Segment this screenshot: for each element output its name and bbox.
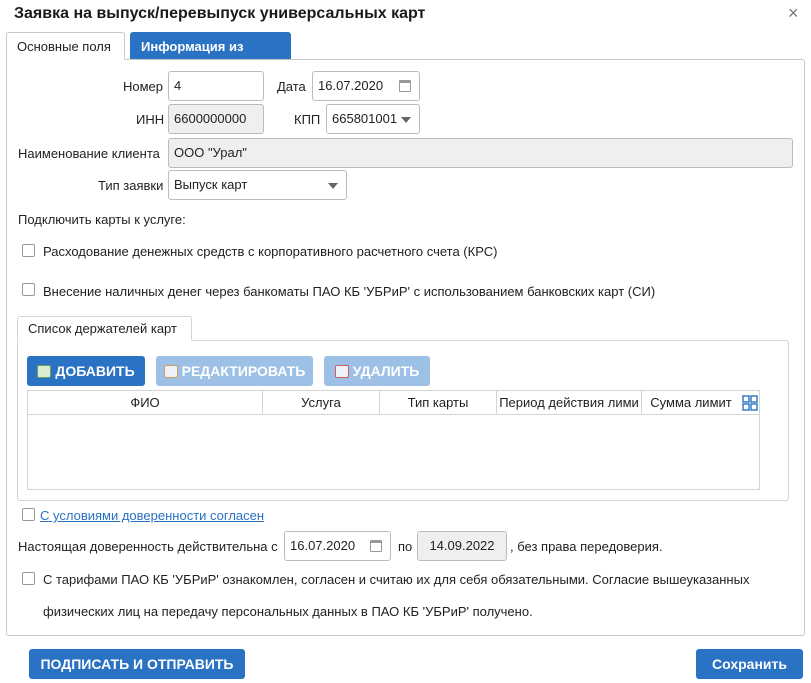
type-select[interactable]: Выпуск карт <box>168 170 347 200</box>
column-header-card-type[interactable]: Тип карты <box>380 391 497 415</box>
column-settings-cell <box>740 391 759 415</box>
date-value: 16.07.2020 <box>318 78 384 93</box>
add-button-label: ДОБАВИТЬ <box>55 363 135 379</box>
inn-label: ИНН <box>136 112 165 127</box>
tab-bank-info[interactable]: Информация из банка <box>130 32 291 82</box>
validity-to-field: 14.09.2022 <box>417 531 507 561</box>
service-krs-checkbox[interactable] <box>22 244 35 257</box>
edit-icon <box>163 365 178 378</box>
inn-field: 6600000000 <box>168 104 264 134</box>
validity-from-value: 16.07.2020 <box>290 538 356 553</box>
validity-to-label: по <box>398 539 413 554</box>
save-button[interactable]: Сохранить <box>696 649 803 679</box>
client-field: ООО "Урал" <box>168 138 793 168</box>
dialog-title: Заявка на выпуск/перевыпуск универсальны… <box>14 5 426 22</box>
column-header-limit-sum[interactable]: Сумма лимит <box>642 391 740 415</box>
calendar-icon[interactable] <box>370 540 382 552</box>
agreement-link[interactable]: С условиями доверенности согласен <box>40 508 264 523</box>
type-value: Выпуск карт <box>174 177 248 192</box>
service-si-checkbox[interactable] <box>22 283 35 296</box>
tariff-text-line2: физических лиц на передачу персональных … <box>43 604 533 619</box>
chevron-down-icon[interactable] <box>401 117 411 123</box>
inn-value: 6600000000 <box>174 111 247 126</box>
number-label: Номер <box>123 79 164 94</box>
delete-button[interactable]: УДАЛИТЬ <box>324 356 430 386</box>
tariff-text-line1: С тарифами ПАО КБ 'УБРиР' ознакомлен, со… <box>43 572 750 587</box>
delete-button-label: УДАЛИТЬ <box>352 363 420 379</box>
date-label: Дата <box>277 79 306 94</box>
validity-from-input[interactable]: 16.07.2020 <box>284 531 391 561</box>
tab-main-fields[interactable]: Основные поля <box>6 32 125 60</box>
tab-holders[interactable]: Список держателей карт <box>17 316 192 341</box>
edit-button-label: РЕДАКТИРОВАТЬ <box>181 363 306 379</box>
tariff-checkbox[interactable] <box>22 572 35 585</box>
date-input[interactable]: 16.07.2020 <box>312 71 420 101</box>
kpp-select[interactable]: 665801001 <box>326 104 420 134</box>
calendar-icon[interactable] <box>399 80 411 92</box>
validity-prefix: Настоящая доверенность действительна с <box>18 539 278 554</box>
type-label: Тип заявки <box>98 178 164 193</box>
service-krs-label: Расходование денежных средств с корпорат… <box>43 244 498 259</box>
column-header-fio[interactable]: ФИО <box>28 391 263 415</box>
column-header-service[interactable]: Услуга <box>263 391 380 415</box>
agreement-checkbox[interactable] <box>22 508 35 521</box>
services-heading: Подключить карты к услуге: <box>18 212 186 227</box>
validity-suffix: , без права передоверия. <box>510 539 663 554</box>
column-header-limit-period[interactable]: Период действия лими <box>497 391 642 415</box>
edit-button[interactable]: РЕДАКТИРОВАТЬ <box>156 356 313 386</box>
add-icon <box>37 365 52 378</box>
client-label: Наименование клиента <box>18 146 160 161</box>
holders-grid: ФИО Услуга Тип карты Период действия лим… <box>27 390 760 490</box>
kpp-value: 665801001 <box>332 111 398 126</box>
service-si-label: Внесение наличных денег через банкоматы … <box>43 284 656 299</box>
kpp-label: КПП <box>294 112 321 127</box>
client-value: ООО "Урал" <box>174 145 247 160</box>
chevron-down-icon[interactable] <box>328 183 338 189</box>
number-input[interactable]: 4 <box>168 71 264 101</box>
close-icon[interactable]: × <box>788 4 799 22</box>
add-button[interactable]: ДОБАВИТЬ <box>27 356 145 386</box>
delete-icon <box>334 365 349 378</box>
columns-grid-icon[interactable] <box>741 395 758 411</box>
sign-and-send-button[interactable]: ПОДПИСАТЬ И ОТПРАВИТЬ <box>29 649 245 679</box>
number-value: 4 <box>174 78 182 93</box>
validity-to-value: 14.09.2022 <box>429 538 495 553</box>
